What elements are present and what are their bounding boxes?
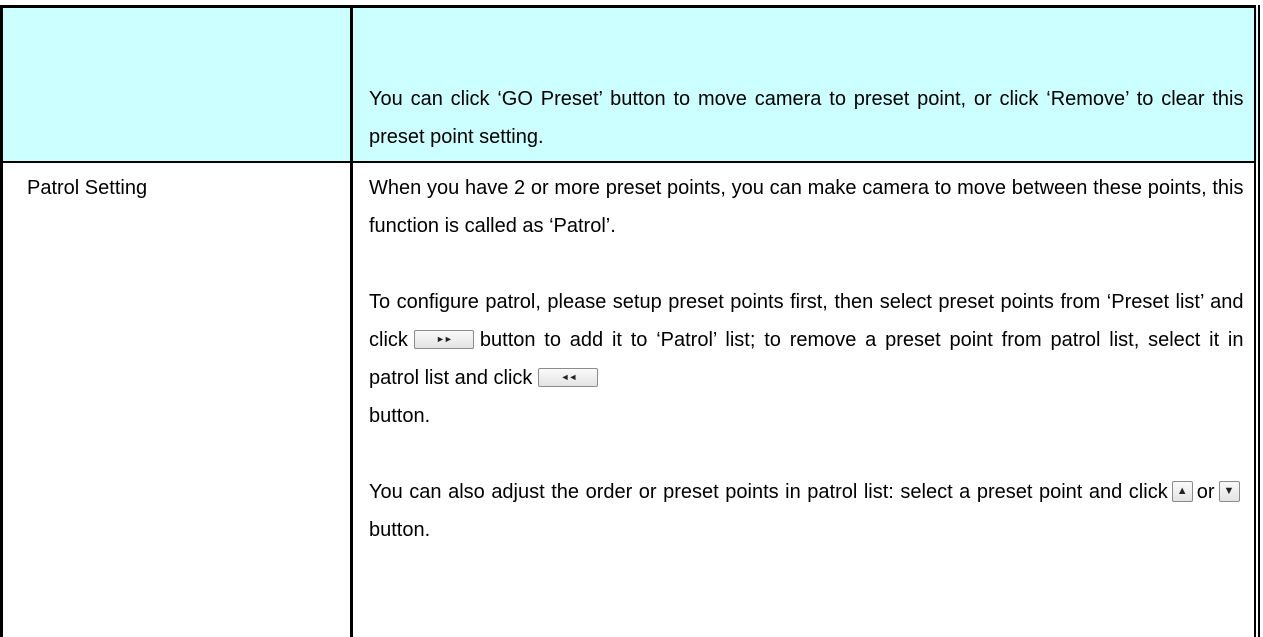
patrol-configure-text-c: button. bbox=[369, 404, 431, 427]
preset-description-text: You can click ‘GO Preset’ button to move… bbox=[369, 88, 1244, 148]
fast-forward-icon: ►► bbox=[435, 333, 453, 344]
patrol-intro-text: When you have 2 or more preset points, y… bbox=[369, 176, 1244, 237]
document-table: You can click ‘GO Preset’ button to move… bbox=[0, 5, 1260, 637]
table-row: Patrol Setting When you have 2 or more p… bbox=[0, 160, 1260, 637]
rewind-icon: ◄◄ bbox=[560, 371, 577, 382]
patrol-order-text-c: button. bbox=[369, 518, 431, 541]
arrow-down-icon: ▼ bbox=[1223, 484, 1235, 497]
move-down-button-icon: ▼ bbox=[1218, 480, 1240, 502]
table-cell-description: When you have 2 or more preset points, y… bbox=[351, 160, 1260, 637]
move-up-button-icon: ▲ bbox=[1171, 480, 1193, 502]
remove-from-patrol-button-icon: ◄◄ bbox=[538, 367, 599, 387]
add-to-patrol-button-icon: ►► bbox=[413, 329, 474, 349]
table-cell-empty bbox=[0, 5, 353, 162]
patrol-setting-label: Patrol Setting bbox=[27, 176, 148, 199]
table-cell-label: Patrol Setting bbox=[0, 160, 353, 637]
patrol-configure-text-b: button to add it to ‘Patrol’ list; to re… bbox=[369, 328, 1244, 389]
table-row: You can click ‘GO Preset’ button to move… bbox=[0, 5, 1260, 162]
patrol-order-text-a: You can also adjust the order or preset … bbox=[369, 480, 1168, 503]
patrol-order-text-or: or bbox=[1196, 480, 1215, 503]
patrol-order-text: You can also adjust the order or preset … bbox=[369, 473, 1244, 549]
table-cell-description: You can click ‘GO Preset’ button to move… bbox=[351, 5, 1260, 162]
patrol-configure-text: To configure patrol, please setup preset… bbox=[369, 283, 1244, 435]
arrow-up-icon: ▲ bbox=[1176, 484, 1188, 497]
